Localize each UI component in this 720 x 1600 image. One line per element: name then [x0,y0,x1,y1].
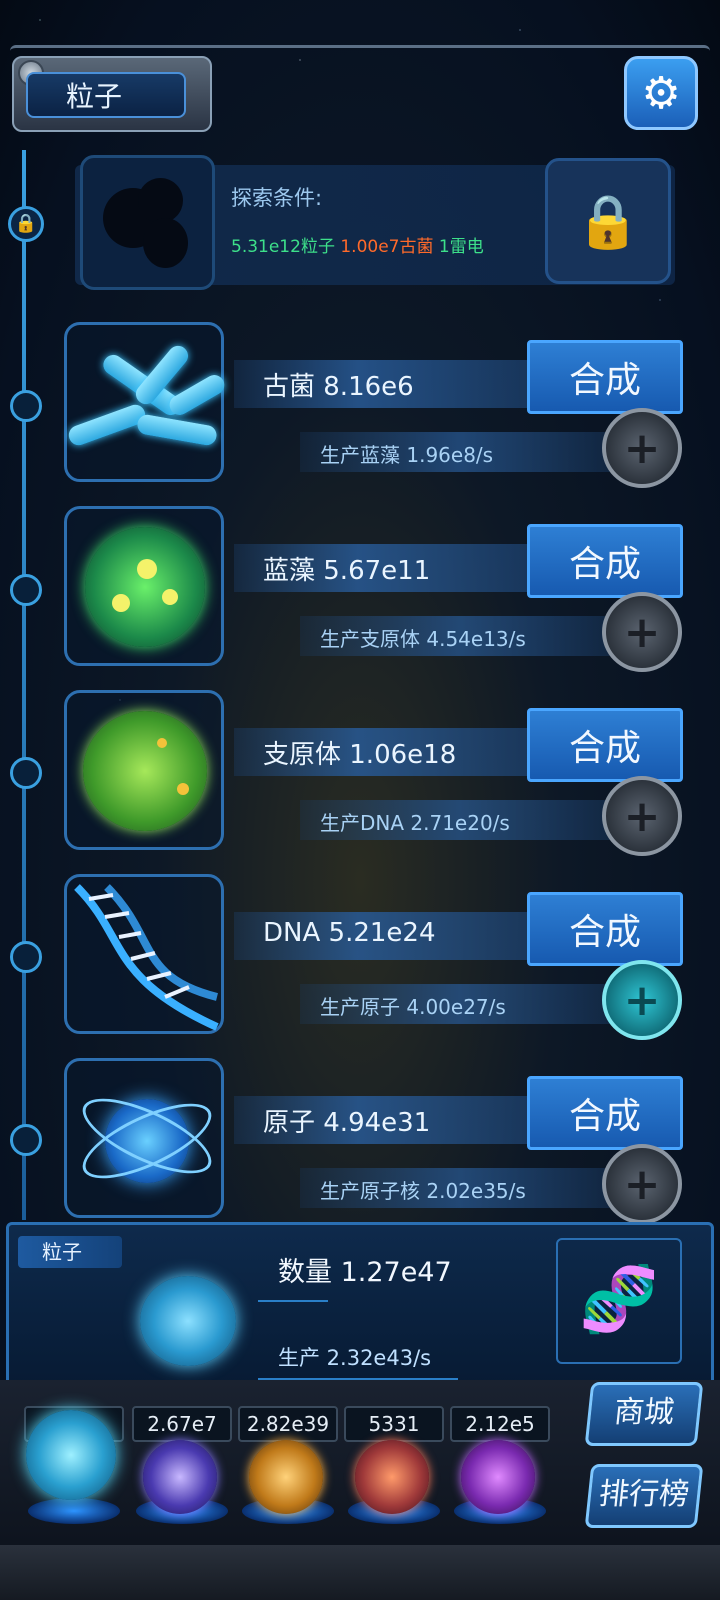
explore-label: 探索条件: [231,186,323,210]
plus-button[interactable]: + [602,408,682,488]
condition-archaea: 1.00e7古菌 [340,237,434,257]
item-production: 生产原子 4.00e27/s [320,995,506,1019]
item-row-archaea: 古菌 8.16e6 生产蓝藻 1.96e8/s 合成 + [0,322,720,492]
locked-item-icon [80,155,215,290]
item-row-mycoplasma: 支原体 1.06e18 生产DNA 2.71e20/s 合成 + [0,690,720,860]
particle-icon [140,1276,236,1366]
item-row-dna: DNA 5.21e24 生产原子 4.00e27/s 合成 + [0,874,720,1044]
page-title: 粒子 [26,72,186,118]
item-production: 生产原子核 2.02e35/s [320,1179,526,1203]
settings-button[interactable]: ⚙ [624,56,698,130]
explore-conditions: 5.31e12粒子 1.00e7古菌 1雷电 [231,232,484,257]
synthesize-button[interactable]: 合成 [527,892,683,966]
particle-count: 数量 1.27e47 [278,1257,452,1288]
item-name: DNA 5.21e24 [263,918,436,948]
resource-value: 2.67e7 [132,1406,232,1442]
item-production: 生产支原体 4.54e13/s [320,627,526,651]
item-name: 古菌 8.16e6 [263,372,414,402]
synthesize-button[interactable]: 合成 [527,708,683,782]
leaderboard-button[interactable]: 排行榜 [584,1464,704,1528]
shop-button[interactable]: 商城 [584,1382,704,1446]
plus-icon: + [623,422,661,474]
resource-value: 5331 [344,1406,444,1442]
plus-icon: + [623,974,661,1026]
brain-orb-button[interactable] [355,1440,429,1514]
resource-value: 2.82e39 [238,1406,338,1442]
plus-button[interactable]: + [602,776,682,856]
particle-tag: 粒子 [18,1236,122,1268]
mycoplasma-icon [64,690,224,850]
galaxy-orb-button[interactable] [249,1440,323,1514]
particle-orb-button[interactable] [26,1410,116,1500]
condition-particles: 5.31e12粒子 [231,237,335,257]
condition-thunder: 1雷电 [438,237,484,257]
thunder-orb-button[interactable] [143,1440,217,1514]
bottom-trim [0,1545,720,1600]
archaea-icon [64,322,228,482]
dna-icon [64,874,224,1034]
item-production: 生产DNA 2.71e20/s [320,811,510,835]
item-row-atom: 原子 4.94e31 生产原子核 2.02e35/s 合成 + [0,1058,720,1228]
synthesize-button[interactable]: 合成 [527,524,683,598]
plus-button[interactable]: + [602,1144,682,1224]
item-production: 生产蓝藻 1.96e8/s [320,443,494,467]
synthesize-button[interactable]: 合成 [527,340,683,414]
particle-production: 生产 2.32e43/s [278,1346,432,1370]
cyanobacteria-icon [64,506,224,666]
synthesize-button[interactable]: 合成 [527,1076,683,1150]
unlock-button[interactable]: 🔒 [545,158,671,284]
item-name: 蓝藻 5.67e11 [263,556,431,586]
plus-button[interactable]: + [602,592,682,672]
plus-icon: + [623,1158,661,1210]
plus-icon: + [623,606,661,658]
gear-icon: ⚙ [641,67,681,119]
atom-icon [64,1058,224,1218]
item-name: 支原体 1.06e18 [263,740,457,770]
dna-emblem-icon: 🧬 [556,1238,682,1364]
lock-icon: 🔒 [575,191,641,252]
plus-button-active[interactable]: + [602,960,682,1040]
vortex-orb-button[interactable] [461,1440,535,1514]
item-name: 原子 4.94e31 [263,1108,431,1138]
rail-lock-icon: 🔒 [8,206,44,242]
item-row-cyanobacteria: 蓝藻 5.67e11 生产支原体 4.54e13/s 合成 + [0,506,720,676]
plus-icon: + [623,790,661,842]
resource-value: 2.12e5 [450,1406,550,1442]
